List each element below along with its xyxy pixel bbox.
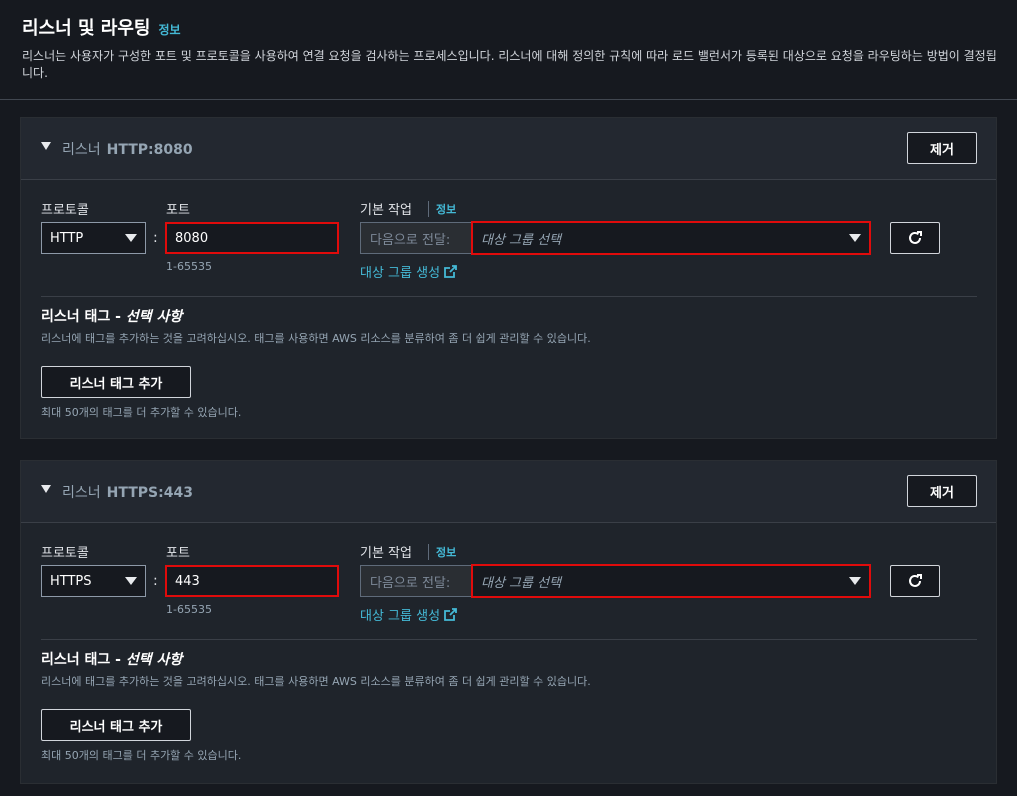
default-action-label: 기본 작업 xyxy=(360,203,412,218)
add-listener-tag-button[interactable]: 리스너 태그 추가 xyxy=(41,709,191,741)
refresh-button[interactable] xyxy=(890,565,940,597)
port-hint: 1-65535 xyxy=(166,603,212,616)
protocol-label: 프로토콜 xyxy=(41,546,89,561)
tags-description: 리스너에 태그를 추가하는 것을 고려하십시오. 태그를 사용하면 AWS 리소… xyxy=(41,675,591,688)
create-target-group-link[interactable]: 대상 그룹 생성 xyxy=(360,262,457,281)
refresh-button[interactable] xyxy=(890,222,940,254)
action-info-link[interactable]: 정보 xyxy=(436,201,456,217)
action-info-link[interactable]: 정보 xyxy=(436,544,456,560)
protocol-value: HTTP xyxy=(50,230,84,246)
target-group-placeholder: 대상 그룹 선택 xyxy=(481,575,562,591)
add-listener-tag-button[interactable]: 리스너 태그 추가 xyxy=(41,366,191,398)
triangle-down-icon xyxy=(849,234,861,242)
listener-title[interactable]: 리스너 HTTP:8080 xyxy=(62,139,193,159)
target-group-select[interactable]: 대상 그룹 선택 xyxy=(471,221,871,255)
remove-button[interactable]: 제거 xyxy=(907,475,977,507)
protocol-select[interactable]: HTTPS xyxy=(41,565,146,597)
target-group-select[interactable]: 대상 그룹 선택 xyxy=(471,564,871,598)
listener-body: 프로토콜 HTTPS : 포트 443 1-65535 기본 작업 정보 다음으… xyxy=(21,523,996,783)
caret-down-icon[interactable] xyxy=(41,485,51,493)
create-target-group-label: 대상 그룹 생성 xyxy=(360,609,441,624)
external-link-icon xyxy=(444,265,457,278)
forward-to-label: 다음으로 전달: xyxy=(360,222,472,254)
listener-header: 리스너 HTTP:8080 제거 xyxy=(21,118,996,180)
section-divider xyxy=(41,639,977,640)
listener-header: 리스너 HTTPS:443 제거 xyxy=(21,461,996,523)
label-separator xyxy=(428,544,429,560)
create-target-group-link[interactable]: 대상 그룹 생성 xyxy=(360,605,457,624)
port-label: 포트 xyxy=(166,546,190,561)
section-divider xyxy=(41,296,977,297)
tags-title: 리스너 태그 - 선택 사항 xyxy=(41,309,183,325)
forward-to-label: 다음으로 전달: xyxy=(360,565,472,597)
colon-separator: : xyxy=(153,573,158,589)
tag-limit-hint: 최대 50개의 태그를 더 추가할 수 있습니다. xyxy=(41,749,242,762)
protocol-label: 프로토콜 xyxy=(41,203,89,218)
port-input[interactable]: 8080 xyxy=(165,222,339,254)
refresh-icon xyxy=(909,231,922,244)
triangle-down-icon xyxy=(125,234,137,242)
listener-panel-http: 리스너 HTTP:8080 제거 프로토콜 HTTP : 포트 8080 1-65… xyxy=(20,117,997,439)
caret-down-icon[interactable] xyxy=(41,142,51,150)
default-action-label: 기본 작업 xyxy=(360,546,412,561)
protocol-select[interactable]: HTTP xyxy=(41,222,146,254)
protocol-value: HTTPS xyxy=(50,573,92,589)
page-description: 리스너는 사용자가 구성한 포트 및 프로토콜을 사용하여 연결 요청을 검사하… xyxy=(22,49,997,80)
triangle-down-icon xyxy=(125,577,137,585)
port-hint: 1-65535 xyxy=(166,260,212,273)
header-info-link[interactable]: 정보 xyxy=(158,21,180,38)
page-header: 리스너 및 라우팅 정보 리스너는 사용자가 구성한 포트 및 프로토콜을 사용… xyxy=(0,0,1017,100)
create-target-group-label: 대상 그룹 생성 xyxy=(360,266,441,281)
remove-button[interactable]: 제거 xyxy=(907,132,977,164)
refresh-icon xyxy=(909,574,922,587)
label-separator xyxy=(428,201,429,217)
listener-title[interactable]: 리스너 HTTPS:443 xyxy=(62,482,193,502)
tags-description: 리스너에 태그를 추가하는 것을 고려하십시오. 태그를 사용하면 AWS 리소… xyxy=(41,332,591,345)
page-title: 리스너 및 라우팅 xyxy=(22,18,151,39)
external-link-icon xyxy=(444,608,457,621)
tag-limit-hint: 최대 50개의 태그를 더 추가할 수 있습니다. xyxy=(41,406,242,419)
colon-separator: : xyxy=(153,230,158,246)
listener-panel-https: 리스너 HTTPS:443 제거 프로토콜 HTTPS : 포트 443 1-65… xyxy=(20,460,997,784)
target-group-placeholder: 대상 그룹 선택 xyxy=(481,232,562,248)
port-label: 포트 xyxy=(166,203,190,218)
port-input[interactable]: 443 xyxy=(165,565,339,597)
tags-title: 리스너 태그 - 선택 사항 xyxy=(41,652,183,668)
listener-body: 프로토콜 HTTP : 포트 8080 1-65535 기본 작업 정보 다음으… xyxy=(21,180,996,438)
triangle-down-icon xyxy=(849,577,861,585)
